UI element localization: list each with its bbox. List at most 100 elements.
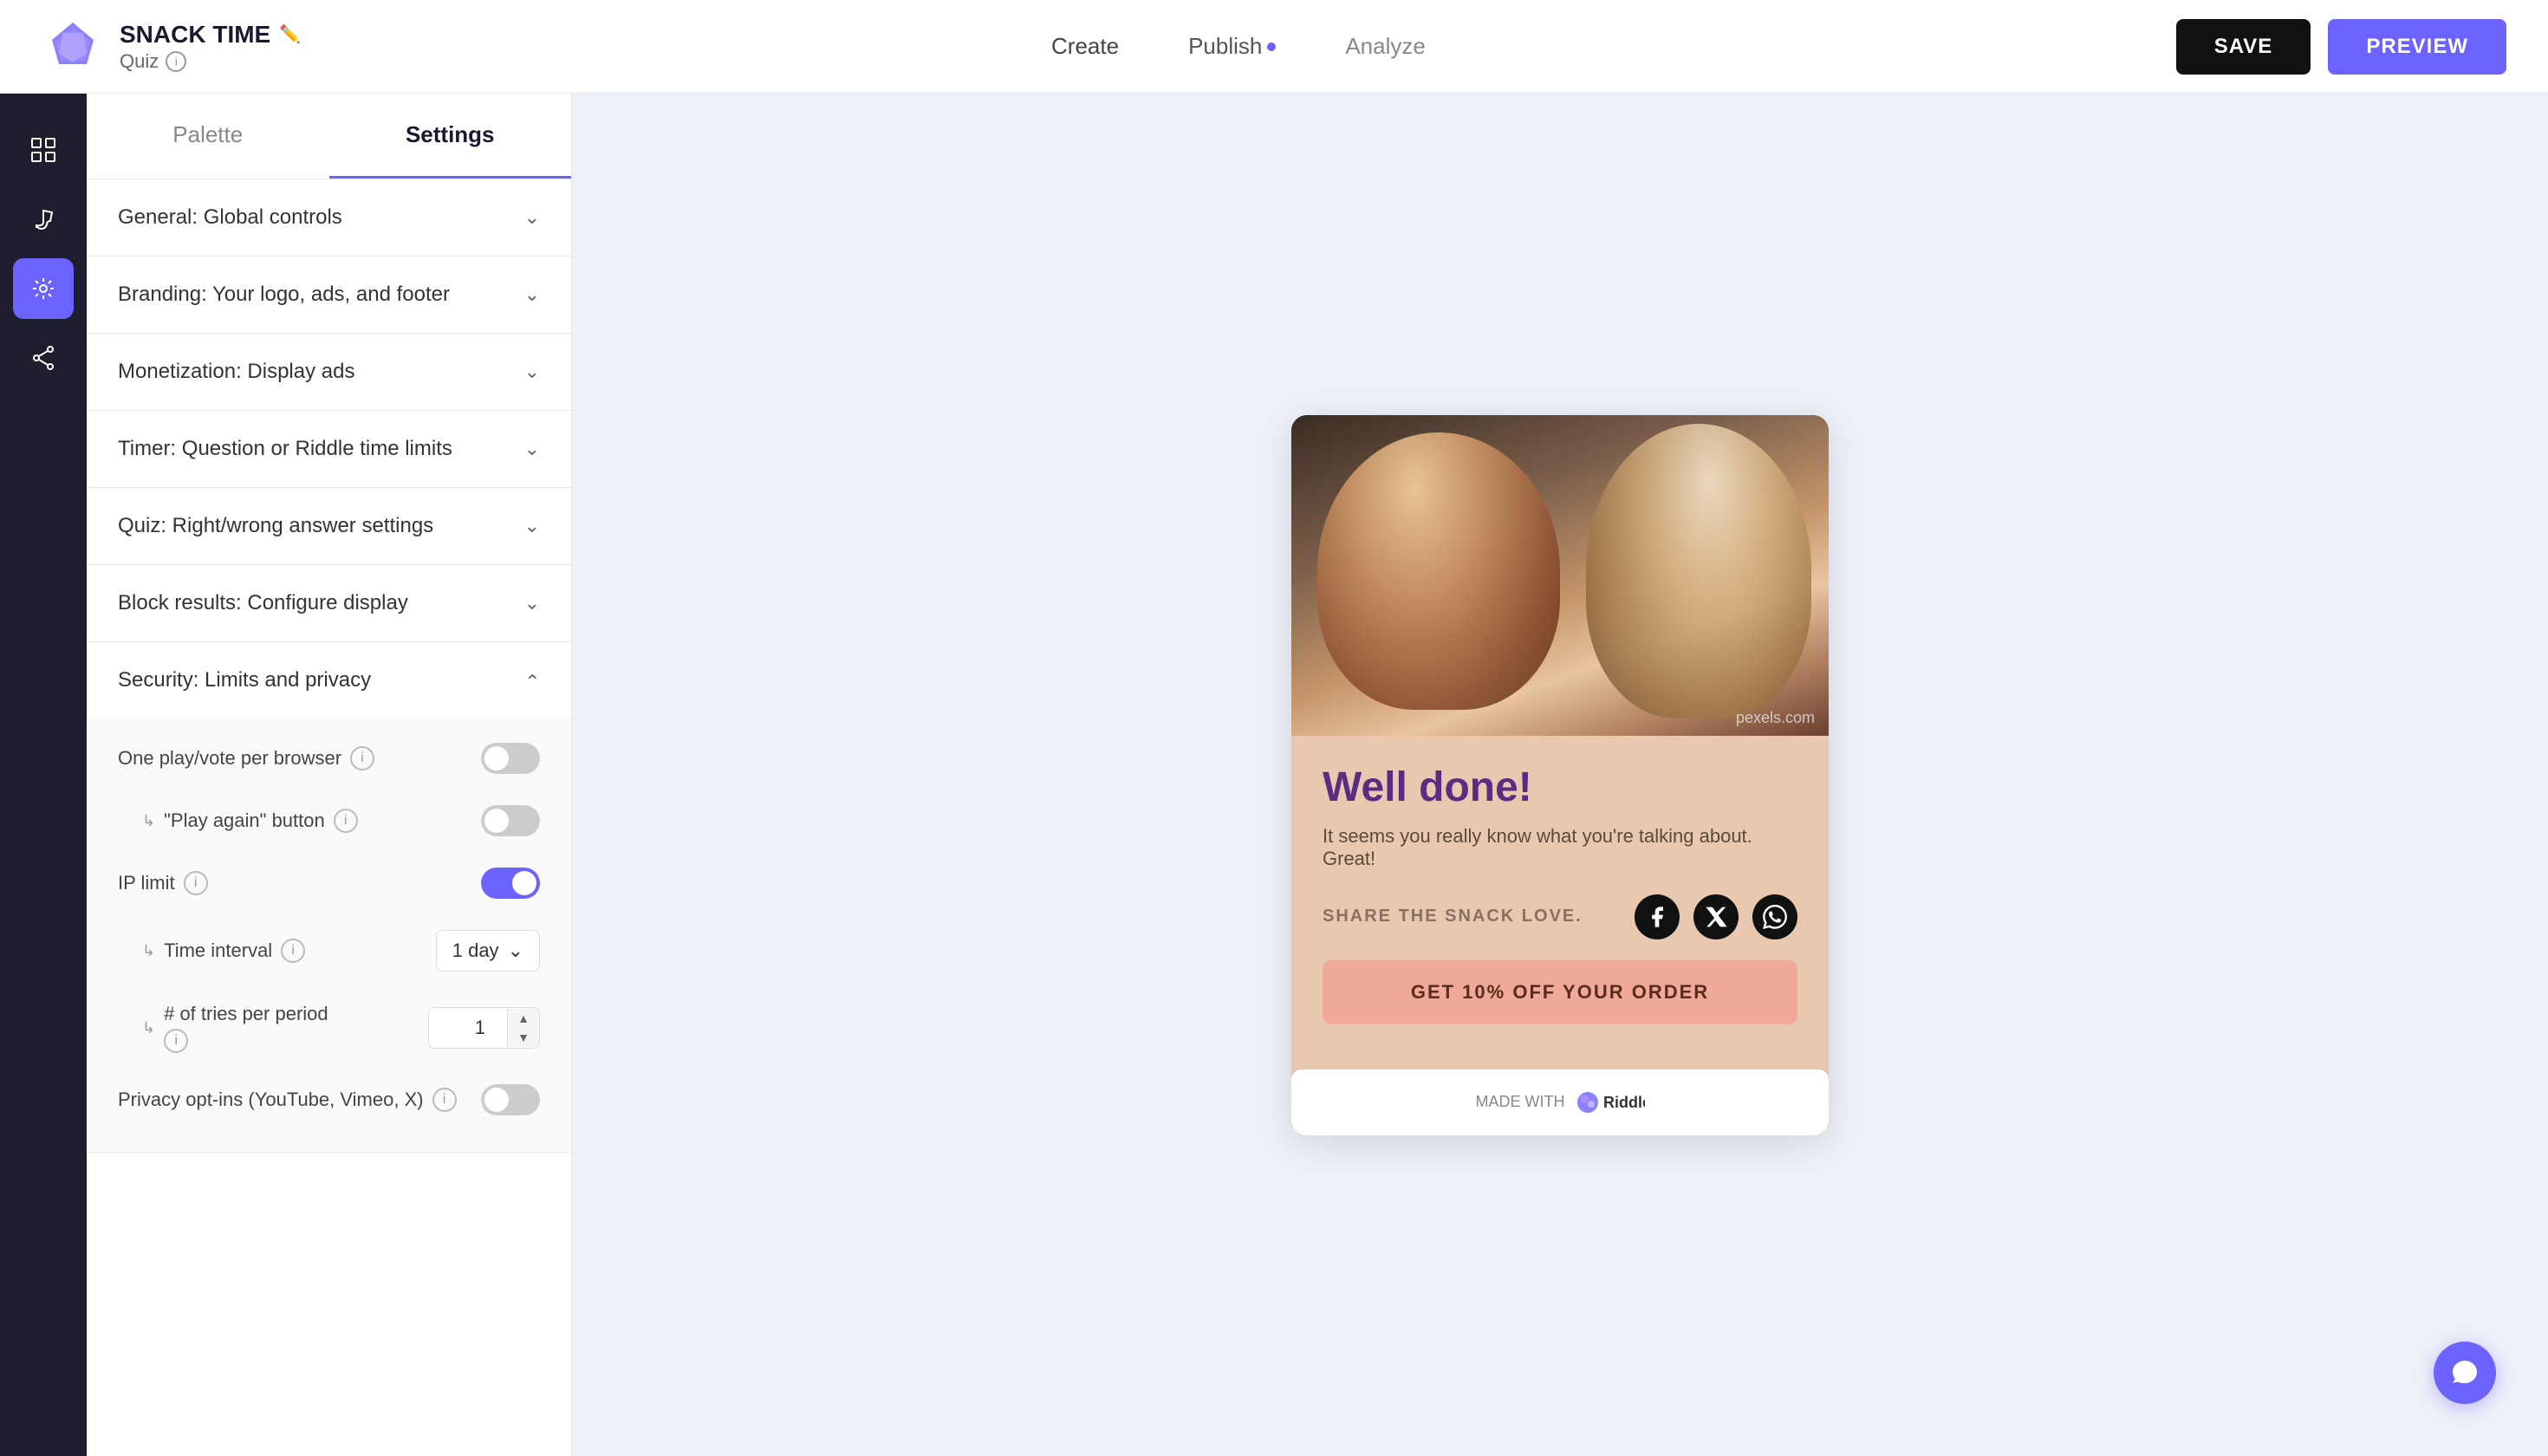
setting-row-ip-limit: IP limit i <box>118 852 540 914</box>
pexels-credit: pexels.com <box>1736 709 1815 727</box>
project-info: SNACK TIME ✏️ Quiz i <box>120 21 301 73</box>
publish-dot <box>1267 42 1276 51</box>
chat-bubble[interactable] <box>2434 1342 2496 1404</box>
accordion-header-monetization[interactable]: Monetization: Display ads ⌄ <box>87 334 571 410</box>
number-spinners: ▲ ▼ <box>507 1009 539 1047</box>
setting-row-time-interval: ↳ Time interval i 1 day ⌄ <box>118 914 540 987</box>
sidebar-item-settings[interactable] <box>13 258 74 319</box>
topnav-actions: SAVE PREVIEW <box>2176 19 2506 75</box>
accordion-header-quiz[interactable]: Quiz: Right/wrong answer settings ⌄ <box>87 488 571 564</box>
preview-button[interactable]: PREVIEW <box>2328 19 2506 75</box>
tries-number-input[interactable] <box>429 1008 507 1048</box>
chevron-monetization-icon: ⌄ <box>524 361 540 383</box>
nav-publish[interactable]: Publish <box>1188 26 1276 67</box>
play-again-info-icon[interactable]: i <box>334 809 358 833</box>
project-type: Quiz <box>120 50 159 73</box>
play-again-slider <box>481 805 540 836</box>
privacy-label: Privacy opt-ins (YouTube, Vimeo, X) i <box>118 1088 457 1112</box>
accordion-block-results: Block results: Configure display ⌄ <box>87 565 571 642</box>
privacy-info-icon[interactable]: i <box>432 1088 457 1112</box>
nav-analyze[interactable]: Analyze <box>1345 26 1426 67</box>
chat-icon <box>2449 1357 2480 1388</box>
setting-row-play-again: ↳ "Play again" button i <box>118 790 540 852</box>
chevron-timer-icon: ⌄ <box>524 438 540 460</box>
cta-button[interactable]: GET 10% OFF YOUR ORDER <box>1323 960 1797 1024</box>
accordion-header-timer[interactable]: Timer: Question or Riddle time limits ⌄ <box>87 411 571 487</box>
sidebar <box>0 94 87 1456</box>
setting-row-tries: ↳ # of tries per period i ▲ ▼ <box>118 987 540 1069</box>
accordion-timer: Timer: Question or Riddle time limits ⌄ <box>87 411 571 488</box>
chevron-general-icon: ⌄ <box>524 206 540 229</box>
ip-limit-slider <box>481 868 540 899</box>
spinner-down-button[interactable]: ▼ <box>508 1028 539 1047</box>
security-content: One play/vote per browser i ↳ "Play agai… <box>87 718 571 1152</box>
accordion-header-general[interactable]: General: Global controls ⌄ <box>87 179 571 256</box>
brush-icon <box>29 205 57 233</box>
topnav: SNACK TIME ✏️ Quiz i Create Publish Anal… <box>0 0 2548 94</box>
result-title: Well done! <box>1323 764 1797 811</box>
grid-icon <box>29 136 57 164</box>
result-share: SHARE THE SNACK LOVE. <box>1323 894 1797 939</box>
sidebar-item-grid[interactable] <box>13 120 74 180</box>
chevron-block-results-icon: ⌄ <box>524 592 540 614</box>
time-interval-label: ↳ Time interval i <box>118 939 305 963</box>
result-desc: It seems you really know what you're tal… <box>1323 825 1797 870</box>
edit-icon[interactable]: ✏️ <box>279 23 301 45</box>
x-icon <box>1704 905 1728 929</box>
tab-palette[interactable]: Palette <box>87 94 329 179</box>
nav-create[interactable]: Create <box>1051 26 1119 67</box>
preview-area: pexels.com Well done! It seems you reall… <box>572 94 2548 1456</box>
one-play-slider <box>481 743 540 774</box>
topnav-center: Create Publish Analyze <box>335 26 2142 67</box>
ip-limit-toggle[interactable] <box>481 868 540 899</box>
logo-area: SNACK TIME ✏️ Quiz i <box>42 16 301 78</box>
one-play-label: One play/vote per browser i <box>118 746 374 770</box>
panel-tabs: Palette Settings <box>87 94 571 179</box>
play-again-toggle[interactable] <box>481 805 540 836</box>
tries-info-icon[interactable]: i <box>164 1029 188 1053</box>
whatsapp-icon <box>1763 905 1787 929</box>
accordion-header-security[interactable]: Security: Limits and privacy ⌄ <box>87 642 571 718</box>
time-interval-dropdown[interactable]: 1 day ⌄ <box>436 930 540 972</box>
share-icons <box>1635 894 1797 939</box>
one-play-toggle[interactable] <box>481 743 540 774</box>
sidebar-item-customize[interactable] <box>13 189 74 250</box>
quiz-card: pexels.com Well done! It seems you reall… <box>1291 415 1829 1135</box>
time-interval-info-icon[interactable]: i <box>281 939 305 963</box>
project-subtitle: Quiz i <box>120 50 301 73</box>
setting-row-privacy: Privacy opt-ins (YouTube, Vimeo, X) i <box>118 1069 540 1131</box>
save-button[interactable]: SAVE <box>2176 19 2311 75</box>
accordion-branding: Branding: Your logo, ads, and footer ⌄ <box>87 257 571 334</box>
x-share-icon[interactable] <box>1693 894 1739 939</box>
tab-settings[interactable]: Settings <box>329 94 572 179</box>
project-title-area: SNACK TIME ✏️ <box>120 21 301 49</box>
facebook-share-icon[interactable] <box>1635 894 1680 939</box>
indent-arrow-time-interval: ↳ <box>142 942 155 960</box>
whatsapp-share-icon[interactable] <box>1752 894 1797 939</box>
riddle-logo: Riddle <box>1576 1090 1645 1115</box>
sidebar-item-share[interactable] <box>13 328 74 388</box>
accordion-general: General: Global controls ⌄ <box>87 179 571 257</box>
project-info-icon[interactable]: i <box>166 51 186 72</box>
gear-icon <box>29 275 57 302</box>
share-icon <box>29 344 57 372</box>
privacy-toggle[interactable] <box>481 1084 540 1115</box>
project-name: SNACK TIME <box>120 21 270 49</box>
one-play-info-icon[interactable]: i <box>350 746 374 770</box>
share-text: SHARE THE SNACK LOVE. <box>1323 907 1583 926</box>
chevron-security-icon: ⌄ <box>524 669 540 692</box>
accordion-header-block-results[interactable]: Block results: Configure display ⌄ <box>87 565 571 641</box>
chevron-quiz-icon: ⌄ <box>524 515 540 537</box>
person1-silhouette <box>1317 432 1560 710</box>
facebook-icon <box>1645 905 1669 929</box>
settings-panel: Palette Settings General: Global control… <box>87 94 572 1456</box>
ip-limit-info-icon[interactable]: i <box>184 871 208 895</box>
accordion-security: Security: Limits and privacy ⌄ One play/… <box>87 642 571 1153</box>
accordion-header-branding[interactable]: Branding: Your logo, ads, and footer ⌄ <box>87 257 571 333</box>
spinner-up-button[interactable]: ▲ <box>508 1009 539 1028</box>
quiz-result: Well done! It seems you really know what… <box>1291 736 1829 1052</box>
setting-row-one-play: One play/vote per browser i <box>118 727 540 790</box>
ip-limit-label: IP limit i <box>118 871 208 895</box>
dropdown-arrow-icon: ⌄ <box>508 939 523 962</box>
play-again-label: ↳ "Play again" button i <box>118 809 358 833</box>
